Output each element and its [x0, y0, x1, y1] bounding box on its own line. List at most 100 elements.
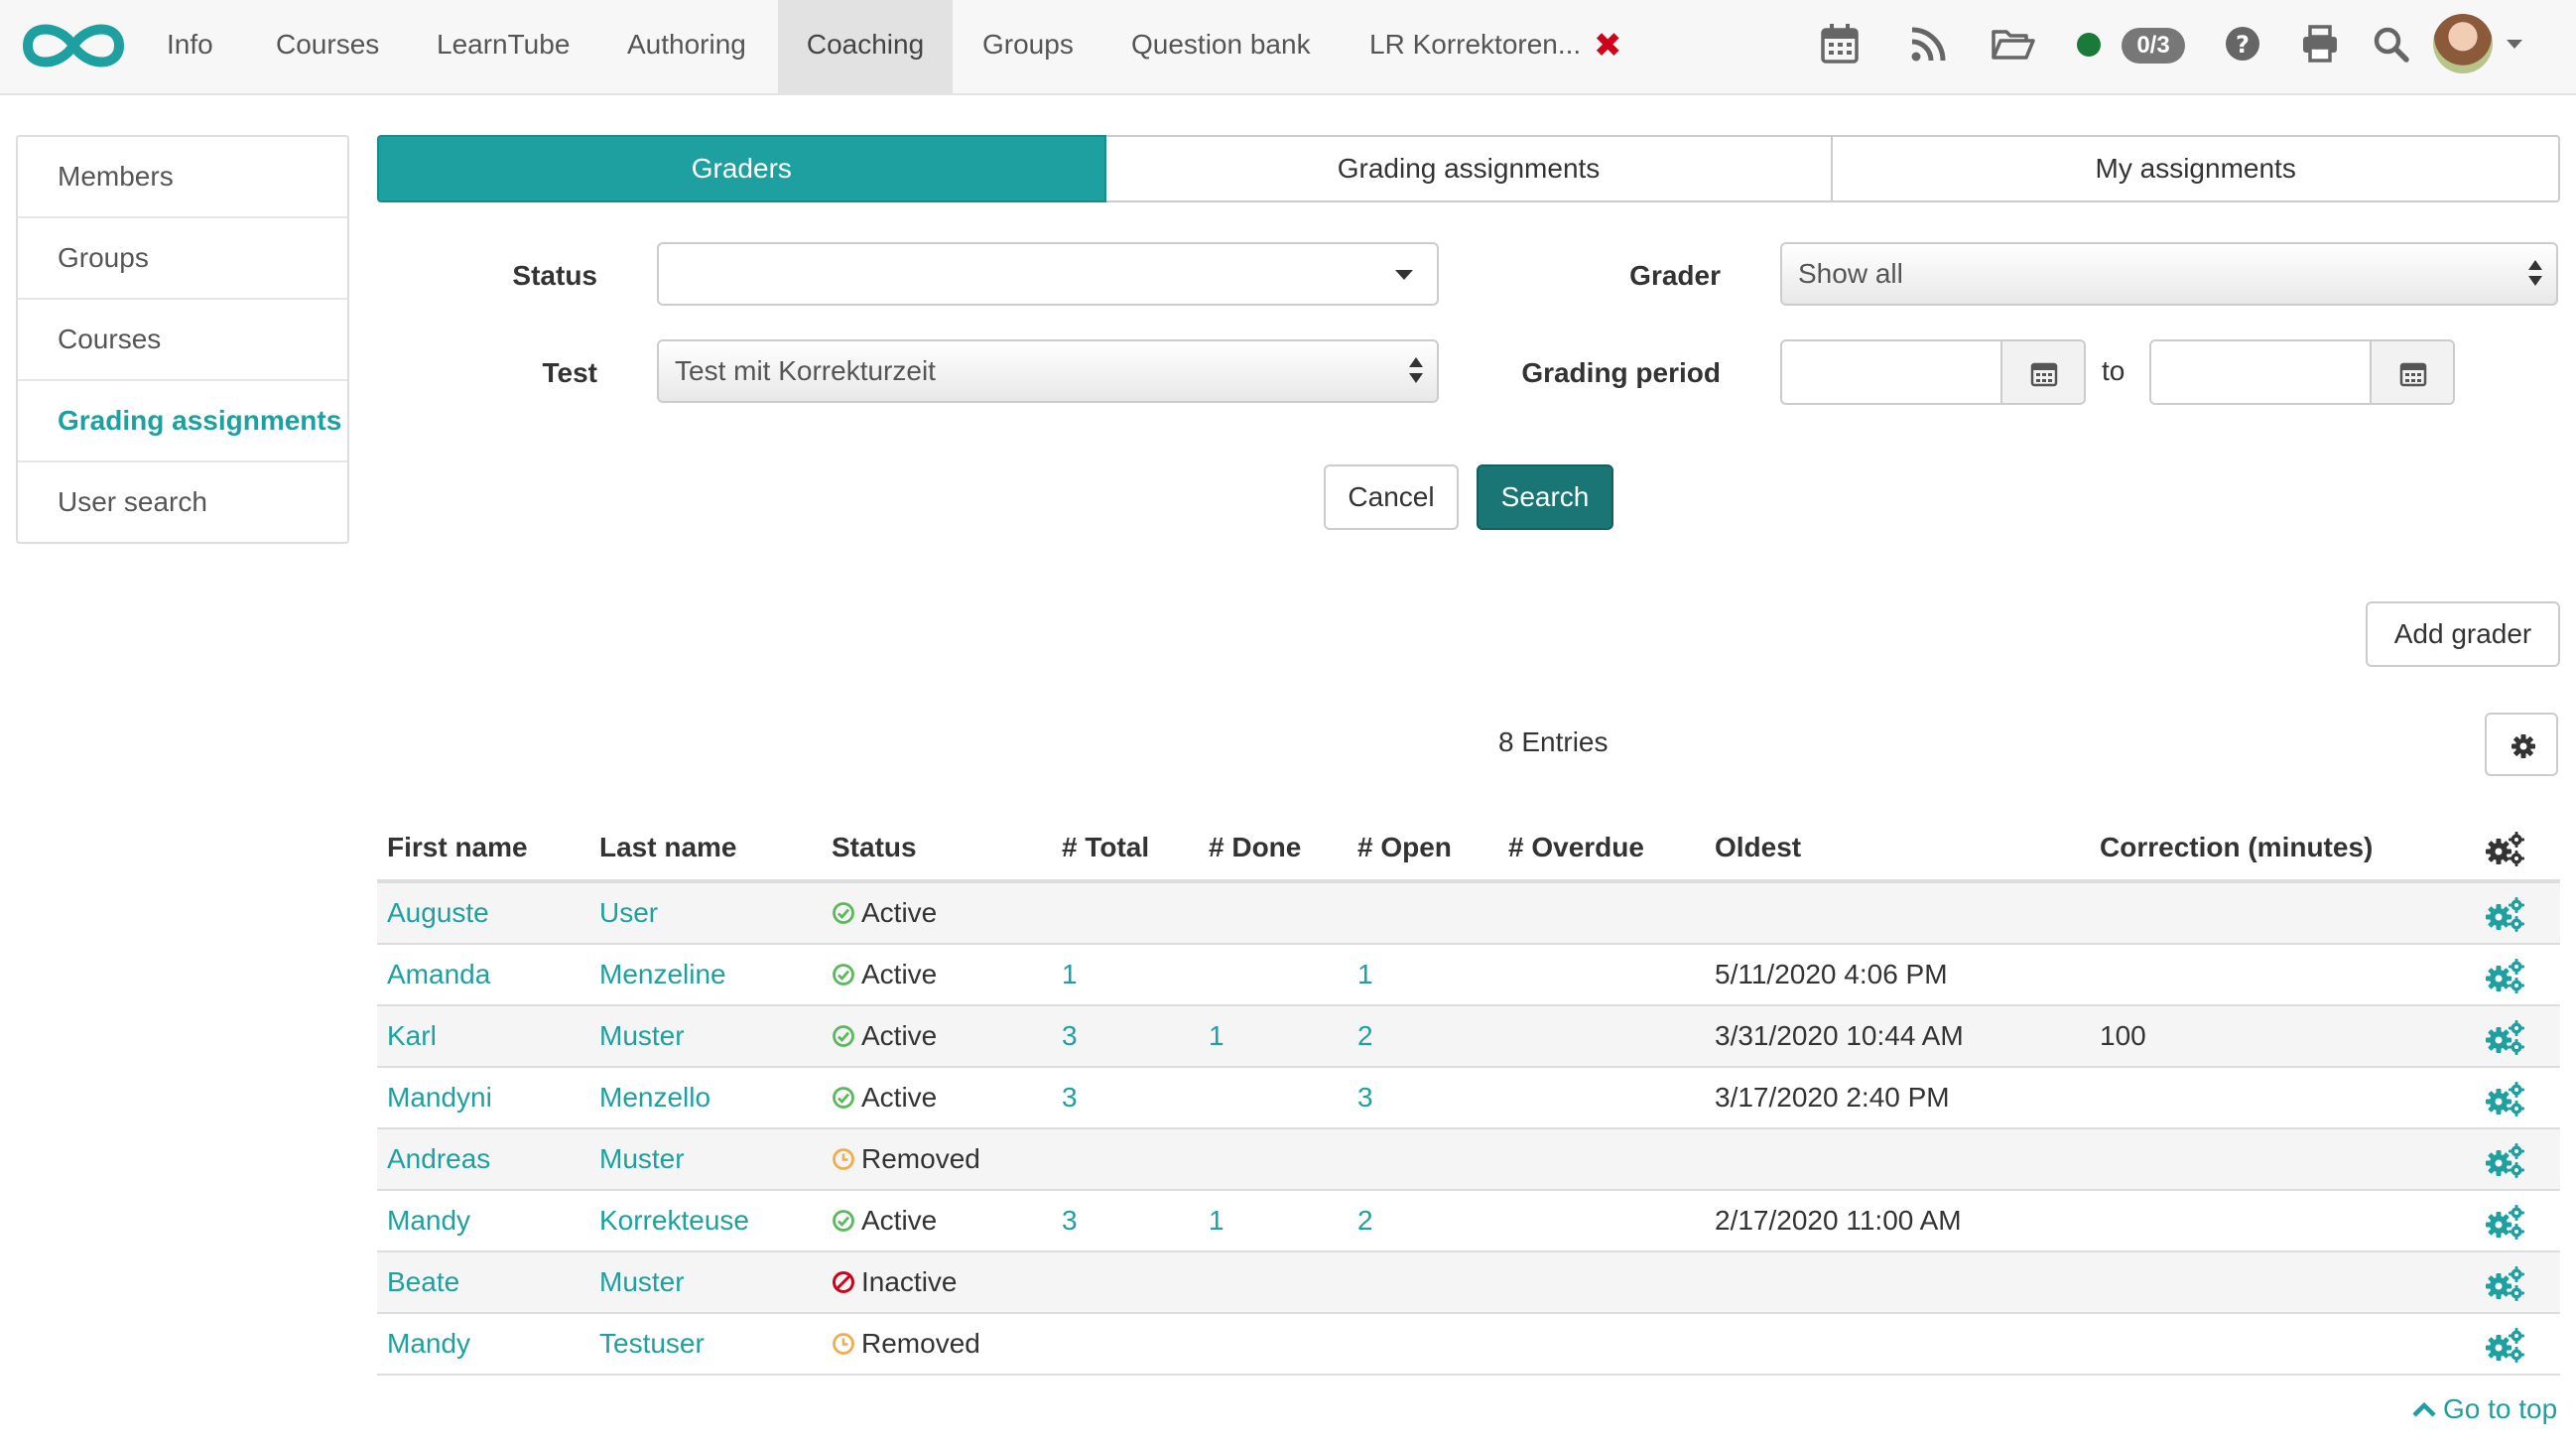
gears-icon[interactable] — [2485, 895, 2526, 933]
top-navigation: Info Courses LearnTube Authoring Coachin… — [0, 0, 2576, 95]
notification-badge[interactable]: 0/3 — [2122, 28, 2185, 64]
openolat-logo-icon[interactable] — [20, 18, 127, 73]
cell-last-name[interactable]: Muster — [599, 1006, 685, 1066]
cell-last-name[interactable]: Korrekteuse — [599, 1191, 749, 1250]
cell-last-name[interactable]: Muster — [599, 1252, 685, 1312]
nav-item-courses[interactable]: Courses — [276, 0, 379, 93]
table-row: Mandyni Menzello Active 3 3 3/17/2020 2:40 PM — [377, 1068, 2560, 1129]
sidebar-item-groups[interactable]: Groups — [18, 218, 347, 300]
cell-first-name[interactable]: Mandy — [387, 1314, 470, 1374]
cell-correction-minutes: 100 — [2100, 1020, 2146, 1051]
nav-item-learntube[interactable]: LearnTube — [437, 0, 570, 93]
help-icon[interactable]: ? — [2223, 22, 2262, 66]
sidebar-item-grading-assignments[interactable]: Grading assignments — [18, 381, 347, 462]
cell-last-name[interactable]: Muster — [599, 1129, 685, 1189]
avatar[interactable] — [2433, 14, 2493, 73]
cell-total[interactable]: 3 — [1062, 1068, 1078, 1127]
coaching-sidebar: Members Groups Courses Grading assignmen… — [16, 135, 349, 544]
status-label: Active — [861, 897, 938, 928]
cell-status: Removed — [832, 1129, 980, 1189]
chevron-down-icon[interactable] — [2507, 40, 2522, 49]
cell-first-name[interactable]: Auguste — [387, 883, 489, 943]
period-to-calendar-button[interactable] — [2372, 339, 2455, 405]
cancel-button[interactable]: Cancel — [1324, 464, 1459, 530]
entries-count: 8 Entries — [1498, 726, 1609, 757]
cell-last-name[interactable]: User — [599, 883, 658, 943]
cell-first-name[interactable]: Mandyni — [387, 1068, 492, 1127]
col-oldest[interactable]: Oldest — [1715, 832, 1801, 863]
gears-icon[interactable] — [2485, 957, 2526, 994]
cell-last-name[interactable]: Menzeline — [599, 945, 726, 1004]
graders-table: First name Last name Status # Total # Do… — [377, 818, 2560, 1376]
gears-icon[interactable] — [2485, 1141, 2526, 1179]
nav-item-coaching[interactable]: Coaching — [778, 0, 953, 93]
cell-total[interactable]: 3 — [1062, 1006, 1078, 1066]
gears-icon[interactable] — [2485, 1264, 2526, 1302]
cell-open[interactable]: 1 — [1357, 945, 1373, 1004]
table-row: Amanda Menzeline Active 1 1 5/11/2020 4:06 PM — [377, 945, 2560, 1006]
cell-first-name[interactable]: Mandy — [387, 1191, 470, 1250]
col-done[interactable]: # Done — [1209, 832, 1301, 863]
search-button[interactable]: Search — [1477, 464, 1613, 530]
tab-my-assignments[interactable]: My assignments — [1833, 135, 2561, 202]
period-from-input[interactable] — [1780, 339, 2002, 405]
grader-filter-select[interactable]: Show all — [1780, 242, 2558, 306]
cell-status: Removed — [832, 1314, 980, 1374]
check-circle-icon — [833, 1086, 854, 1109]
gears-icon[interactable] — [2485, 1018, 2526, 1056]
col-first-name[interactable]: First name — [387, 832, 528, 863]
tab-grading-assignments[interactable]: Grading assignments — [1105, 135, 1834, 202]
cell-open[interactable]: 2 — [1357, 1191, 1373, 1250]
online-status-icon[interactable] — [2077, 33, 2101, 57]
calendar-icon[interactable] — [1820, 22, 1860, 66]
cell-oldest: 5/11/2020 4:06 PM — [1715, 959, 1948, 989]
table-settings-button[interactable] — [2485, 713, 2558, 776]
test-filter-select[interactable]: Test mit Korrekturzeit — [657, 339, 1439, 403]
col-last-name[interactable]: Last name — [599, 832, 737, 863]
search-icon[interactable] — [2372, 22, 2411, 66]
rss-icon[interactable] — [1907, 22, 1947, 66]
gears-icon[interactable] — [2485, 1080, 2526, 1117]
col-open[interactable]: # Open — [1357, 832, 1452, 863]
cell-open[interactable]: 2 — [1357, 1006, 1373, 1066]
cell-last-name[interactable]: Testuser — [599, 1314, 705, 1374]
add-grader-button[interactable]: Add grader — [2366, 601, 2560, 667]
gears-icon[interactable] — [2485, 1203, 2526, 1241]
col-total[interactable]: # Total — [1062, 832, 1149, 863]
col-correction-minutes[interactable]: Correction (minutes) — [2100, 832, 2373, 863]
go-to-top-link[interactable]: Go to top — [2411, 1393, 2557, 1425]
nav-item-groups[interactable]: Groups — [982, 0, 1074, 93]
cell-total[interactable]: 3 — [1062, 1191, 1078, 1250]
col-status[interactable]: Status — [832, 832, 917, 863]
sidebar-item-courses[interactable]: Courses — [18, 300, 347, 381]
cell-done[interactable]: 1 — [1209, 1006, 1224, 1066]
cell-first-name[interactable]: Amanda — [387, 945, 490, 1004]
nav-item-question-bank[interactable]: Question bank — [1131, 0, 1311, 93]
table-row: Auguste User Active — [377, 883, 2560, 945]
sort-updown-icon — [2528, 260, 2542, 288]
cell-open[interactable]: 3 — [1357, 1068, 1373, 1127]
sidebar-item-members[interactable]: Members — [18, 137, 347, 218]
nav-item-lr-korrektoren[interactable]: LR Korrektoren... — [1369, 0, 1581, 93]
cell-first-name[interactable]: Karl — [387, 1006, 437, 1066]
sidebar-item-user-search[interactable]: User search — [18, 462, 347, 542]
folder-open-icon[interactable] — [1991, 22, 2036, 66]
status-label: Active — [861, 1020, 938, 1051]
period-from-calendar-button[interactable] — [2002, 339, 2086, 405]
status-filter-label: Status — [512, 260, 597, 291]
cell-last-name[interactable]: Menzello — [599, 1068, 710, 1127]
cell-first-name[interactable]: Andreas — [387, 1129, 490, 1189]
gears-icon[interactable] — [2485, 830, 2526, 867]
col-overdue[interactable]: # Overdue — [1508, 832, 1644, 863]
close-tab-icon[interactable]: ✖ — [1594, 26, 1622, 66]
cell-done[interactable]: 1 — [1209, 1191, 1224, 1250]
tab-graders[interactable]: Graders — [377, 135, 1106, 202]
gears-icon[interactable] — [2485, 1326, 2526, 1364]
print-icon[interactable] — [2300, 22, 2340, 66]
cell-total[interactable]: 1 — [1062, 945, 1078, 1004]
nav-item-authoring[interactable]: Authoring — [627, 0, 746, 93]
nav-item-info[interactable]: Info — [167, 0, 213, 93]
cell-first-name[interactable]: Beate — [387, 1252, 459, 1312]
period-to-input[interactable] — [2149, 339, 2372, 405]
status-filter-select[interactable] — [657, 242, 1439, 306]
